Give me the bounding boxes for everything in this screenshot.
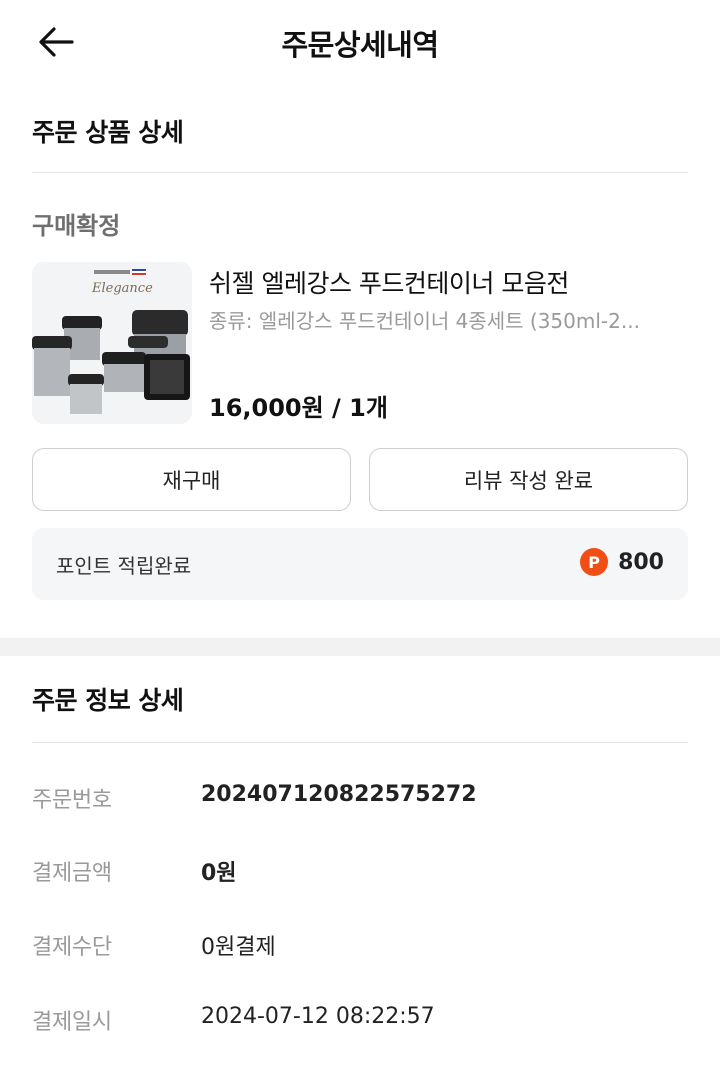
point-value: 800 [618, 549, 664, 575]
point-earned-card: 포인트 적립완료 P 800 [32, 528, 688, 600]
order-number-label: 주문번호 [32, 788, 112, 813]
order-number-value: 20240712082257527​2 [201, 782, 477, 807]
point-value-group: P 800 [580, 548, 664, 576]
payment-amount-value: 0원 [201, 861, 237, 886]
order-status: 구매확정 [32, 212, 121, 240]
order-info-section-title: 주문 정보 상세 [32, 686, 184, 715]
product-section-title: 주문 상품 상세 [32, 118, 184, 147]
payment-method-label: 결제수단 [32, 935, 112, 960]
point-label: 포인트 적립완료 [56, 554, 192, 578]
payment-method-value: 0원결제 [201, 935, 276, 960]
product-name[interactable]: 쉬젤 엘레강스 푸드컨테이너 모음전 [209, 264, 569, 300]
top-app-bar: 주문상세내역 [0, 0, 720, 84]
payment-amount-label: 결제금액 [32, 861, 112, 886]
payment-date-label: 결제일시 [32, 1010, 112, 1035]
rebuy-button[interactable]: 재구매 [32, 448, 351, 511]
product-thumbnail[interactable]: Elegance [32, 262, 192, 424]
payment-date-value: 2024-07-12 08:22:57 [201, 1004, 435, 1029]
product-option: 종류: 엘레강스 푸드컨테이너 4종세트 (350ml-2... [209, 309, 640, 333]
page-title: 주문상세내역 [281, 28, 439, 62]
svg-text:Elegance: Elegance [91, 281, 153, 296]
section-divider [32, 172, 688, 173]
product-price: 16,000원 / 1개 [209, 394, 388, 422]
point-icon: P [580, 548, 609, 576]
review-done-button[interactable]: 리뷰 작성 완료 [369, 448, 688, 511]
section-separator [0, 638, 720, 656]
food-container-image: Elegance [32, 262, 192, 424]
section-divider [32, 742, 688, 743]
